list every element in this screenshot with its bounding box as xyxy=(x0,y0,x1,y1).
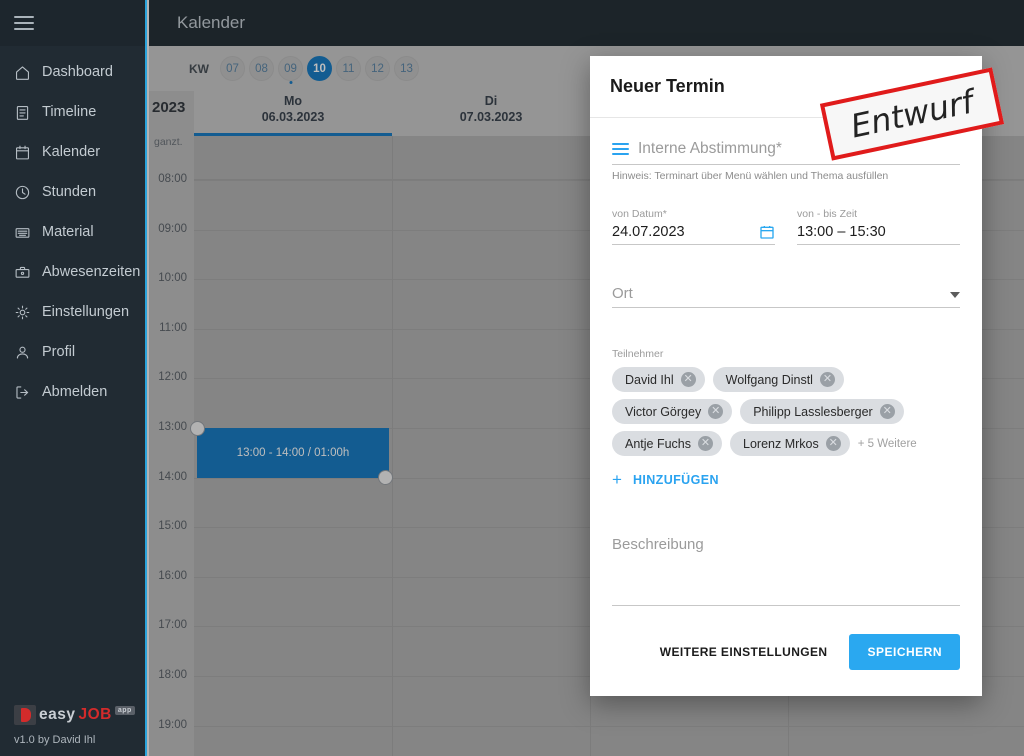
logo-mark-icon xyxy=(14,705,36,725)
person-icon xyxy=(14,343,42,361)
briefcase-icon xyxy=(14,263,42,281)
remove-participant-icon[interactable]: ✕ xyxy=(820,372,835,387)
sidebar-item-timeline[interactable]: Timeline xyxy=(0,92,145,132)
app-logo: easy JOB app xyxy=(14,705,145,725)
sidebar-item-label: Profil xyxy=(42,344,75,360)
add-participant-button[interactable]: + HINZUFÜGEN xyxy=(612,471,960,488)
kind-hint-text: Hinweis: Terminart über Menü wählen und … xyxy=(612,165,960,182)
sidebar: Dashboard Timeline Kalender Stunden Material… xyxy=(0,0,147,756)
sidebar-item-label: Stunden xyxy=(42,184,96,200)
dialog-body: Interne Abstimmung* Hinweis: Terminart ü… xyxy=(590,118,982,634)
participant-chip[interactable]: Wolfgang Dinstl ✕ xyxy=(713,367,844,392)
sidebar-item-abwesenzeiten[interactable]: Abwesenzeiten xyxy=(0,252,145,292)
date-value: 24.07.2023 xyxy=(612,224,685,240)
sidebar-item-abmelden[interactable]: Abmelden xyxy=(0,372,145,412)
calendar-icon xyxy=(14,143,42,161)
time-value: 13:00 – 15:30 xyxy=(797,224,886,240)
save-button[interactable]: SPEICHERN xyxy=(849,634,960,670)
date-field: von Datum* 24.07.2023 xyxy=(612,208,775,245)
version-text: v1.0 by David Ihl xyxy=(14,734,145,746)
place-select[interactable]: Ort xyxy=(612,285,960,308)
logo-job-text: JOB xyxy=(78,706,111,724)
participant-name: Lorenz Mrkos xyxy=(743,437,819,451)
more-settings-button[interactable]: WEITERE EINSTELLUNGEN xyxy=(654,636,834,668)
clipboard-icon xyxy=(14,103,42,121)
app-root: Dashboard Timeline Kalender Stunden Material… xyxy=(0,0,1024,756)
time-input[interactable]: 13:00 – 15:30 xyxy=(797,224,960,245)
sidebar-nav: Dashboard Timeline Kalender Stunden Material… xyxy=(0,46,145,705)
remove-participant-icon[interactable]: ✕ xyxy=(826,436,841,451)
participant-chip[interactable]: Lorenz Mrkos ✕ xyxy=(730,431,850,456)
chevron-down-icon xyxy=(950,292,960,298)
add-participant-label: HINZUFÜGEN xyxy=(633,473,719,487)
participant-name: David Ihl xyxy=(625,373,674,387)
date-input[interactable]: 24.07.2023 xyxy=(612,224,775,245)
participant-name: Victor Görgey xyxy=(625,405,701,419)
close-icon[interactable]: ✕ xyxy=(934,73,962,101)
logo-app-badge: app xyxy=(115,706,135,715)
remove-participant-icon[interactable]: ✕ xyxy=(880,404,895,419)
sidebar-footer: easy JOB app v1.0 by David Ihl xyxy=(0,705,145,756)
gear-icon xyxy=(14,303,42,321)
appointment-kind-value: Interne Abstimmung* xyxy=(638,140,782,158)
plus-icon: + xyxy=(612,471,622,488)
sidebar-item-material[interactable]: Material xyxy=(0,212,145,252)
participant-name: Wolfgang Dinstl xyxy=(726,373,813,387)
sidebar-item-einstellungen[interactable]: Einstellungen xyxy=(0,292,145,332)
participants-label: Teilnehmer xyxy=(612,348,960,360)
sidebar-item-dashboard[interactable]: Dashboard xyxy=(0,52,145,92)
calendar-picker-icon[interactable] xyxy=(759,224,775,240)
sidebar-item-kalender[interactable]: Kalender xyxy=(0,132,145,172)
date-label: von Datum* xyxy=(612,208,775,220)
sidebar-item-label: Timeline xyxy=(42,104,96,120)
participant-chip[interactable]: Antje Fuchs ✕ xyxy=(612,431,722,456)
new-appointment-dialog: Neuer Termin ✕ Interne Abstimmung* Hinwe… xyxy=(590,56,982,696)
dialog-footer: WEITERE EINSTELLUNGEN SPEICHERN xyxy=(590,634,982,696)
sidebar-item-label: Dashboard xyxy=(42,64,113,80)
time-field: von - bis Zeit 13:00 – 15:30 xyxy=(797,208,960,245)
appointment-kind-row[interactable]: Interne Abstimmung* xyxy=(612,140,960,165)
hamburger-icon[interactable] xyxy=(14,16,34,30)
description-field[interactable]: Beschreibung xyxy=(612,536,960,606)
participant-chip[interactable]: David Ihl ✕ xyxy=(612,367,705,392)
participant-chip[interactable]: Victor Görgey ✕ xyxy=(612,399,732,424)
participant-name: Antje Fuchs xyxy=(625,437,691,451)
sidebar-item-label: Kalender xyxy=(42,144,100,160)
date-time-row: von Datum* 24.07.2023 xyxy=(612,208,960,245)
sidebar-header xyxy=(0,0,145,46)
menu-icon[interactable] xyxy=(612,143,629,156)
place-placeholder: Ort xyxy=(612,285,633,302)
appointment-kind-field: Interne Abstimmung* Hinweis: Terminart ü… xyxy=(612,140,960,182)
sidebar-item-label: Abwesenzeiten xyxy=(42,264,140,280)
remove-participant-icon[interactable]: ✕ xyxy=(708,404,723,419)
sidebar-item-stunden[interactable]: Stunden xyxy=(0,172,145,212)
sidebar-item-label: Material xyxy=(42,224,94,240)
more-participants-label: + 5 Weitere xyxy=(858,438,917,450)
home-icon xyxy=(14,63,42,81)
sidebar-item-profil[interactable]: Profil xyxy=(0,332,145,372)
remove-participant-icon[interactable]: ✕ xyxy=(681,372,696,387)
dialog-title: Neuer Termin xyxy=(610,76,725,97)
time-label: von - bis Zeit xyxy=(797,208,960,220)
participant-chip[interactable]: Philipp Lasslesberger ✕ xyxy=(740,399,904,424)
logout-icon xyxy=(14,383,42,401)
logo-easy-text: easy xyxy=(39,706,75,724)
sidebar-item-label: Abmelden xyxy=(42,384,107,400)
dialog-header: Neuer Termin ✕ xyxy=(590,56,982,118)
participant-chip-list: David Ihl ✕ Wolfgang Dinstl ✕ Victor Görgey ✕… xyxy=(612,367,960,456)
remove-participant-icon[interactable]: ✕ xyxy=(698,436,713,451)
participant-name: Philipp Lasslesberger xyxy=(753,405,873,419)
sidebar-item-label: Einstellungen xyxy=(42,304,129,320)
description-placeholder: Beschreibung xyxy=(612,536,704,553)
keyboard-icon xyxy=(14,223,42,241)
clock-icon xyxy=(14,183,42,201)
